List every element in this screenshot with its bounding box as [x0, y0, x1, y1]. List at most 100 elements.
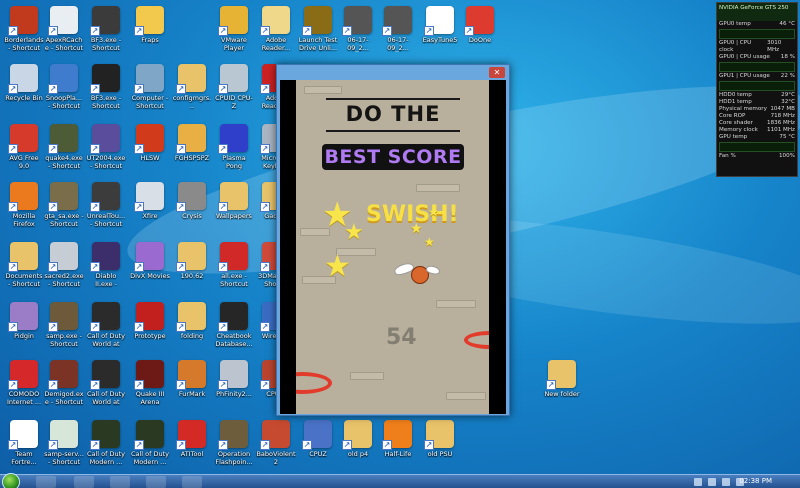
desktop-icon[interactable]: ↗ Computer - Shortcut [130, 64, 170, 110]
desktop-icon[interactable]: ↗ AVG Free 9.0 [4, 124, 44, 170]
gadget-row-label: Memory clock [719, 127, 758, 133]
desktop-icon-label: configmgrs... [172, 94, 212, 110]
shortcut-arrow-icon: ↗ [48, 202, 58, 212]
desktop-icon[interactable]: ↗ Documents - Shortcut [4, 242, 44, 288]
desktop-icon[interactable]: ↗ UnrealTou... - Shortcut [86, 182, 126, 228]
desktop-icon[interactable]: ↗ samp-serv... - Shortcut [44, 420, 84, 466]
desktop-icon[interactable]: ↗ PhFinity2... [214, 360, 254, 398]
shortcut-arrow-icon: ↗ [90, 144, 100, 154]
desktop-icon[interactable]: ↗ Fraps [130, 6, 170, 44]
desktop-icon[interactable]: ↗ VMware Player [214, 6, 254, 52]
clock[interactable]: 02:38 PM [739, 475, 772, 488]
game-client-area[interactable]: DO THE BEST SCORE SWISH! ★ ★ ★ ★ ★ ★ 54 [280, 80, 506, 414]
desktop-icon[interactable]: ↗ DoOne [460, 6, 500, 44]
start-button[interactable] [2, 473, 20, 488]
desktop-icon[interactable]: ↗ Wallpapers [214, 182, 254, 220]
desktop-icon[interactable]: ↗ 190.62 [172, 242, 212, 280]
shortcut-arrow-icon: ↗ [176, 322, 186, 332]
desktop-icon[interactable]: ↗ Cheatbook Database... [214, 302, 254, 348]
desktop-icon[interactable]: ↗ COMODO Internet ... [4, 360, 44, 406]
app-icon: ↗ [260, 420, 290, 450]
score-counter: 54 [386, 325, 417, 350]
desktop-icon-label: Call of Duty World at W... [86, 332, 126, 348]
tray-icon[interactable] [694, 478, 702, 486]
desktop-icon[interactable]: ↗ Xfire [130, 182, 170, 220]
desktop-icon[interactable]: ↗Call of Duty World at W... [86, 302, 126, 348]
app-icon: ↗ [48, 182, 78, 212]
game-window[interactable]: ✕ DO THE BEST SCORE SWISH! ★ ★ ★ ★ ★ ★ 5… [276, 64, 510, 416]
desktop-icon[interactable]: ↗ old p4 [338, 420, 378, 458]
desktop-icon[interactable]: ↗ EasyTune5 [420, 6, 460, 44]
desktop-icon[interactable]: ↗ New folder [542, 360, 582, 398]
app-icon: ↗ [90, 302, 120, 332]
desktop-icon[interactable]: ↗ CPUID CPU-Z [214, 64, 254, 110]
desktop-icon[interactable]: ↗ old PSU [420, 420, 460, 458]
desktop-icon[interactable]: ↗ Call of Duty Modern ... [130, 420, 170, 466]
desktop-icon[interactable]: ↗ Borderlands - Shortcut [4, 6, 44, 52]
desktop-icon[interactable]: ↗Call of Duty World at W... [86, 360, 126, 406]
star-icon: ★ [428, 205, 439, 219]
shortcut-arrow-icon: ↗ [90, 26, 100, 36]
desktop-icon[interactable]: ↗ DivX Movies [130, 242, 170, 280]
desktop-icon[interactable]: ↗ FGHSP5PZ [172, 124, 212, 162]
desktop-icon[interactable]: ↗ ATITool [172, 420, 212, 458]
taskbar-button[interactable] [110, 476, 130, 488]
desktop-icon[interactable]: ↗ FurMark [172, 360, 212, 398]
desktop-icon[interactable]: ↗ CPUZ [298, 420, 338, 458]
desktop-icon[interactable]: ↗ SnoopPla... - Shortcut [44, 64, 84, 110]
tray-icon[interactable] [722, 478, 730, 486]
desktop-icon[interactable]: ↗ Launch Test Drive Unli... [298, 6, 338, 52]
app-icon: ↗ [90, 242, 120, 272]
desktop-icon[interactable]: ↗ Pidgin [4, 302, 44, 340]
game-canvas[interactable]: DO THE BEST SCORE SWISH! ★ ★ ★ ★ ★ ★ 54 [296, 80, 489, 414]
close-button[interactable]: ✕ [489, 67, 505, 78]
desktop-icon[interactable]: ↗ ApexRCache - Shortcut [44, 6, 84, 52]
desktop-icon[interactable]: ↗ HLSW [130, 124, 170, 162]
gadget-row-label: Fan % [719, 153, 736, 159]
desktop-icon[interactable]: ↗ quake4.exe - Shortcut [44, 124, 84, 170]
taskbar-button[interactable] [74, 476, 94, 488]
desktop-icon[interactable]: ↗Adobe Reader... [256, 6, 296, 52]
desktop-icon[interactable]: ↗ gta_sa.exe - Shortcut [44, 182, 84, 228]
desktop-icon[interactable]: ↗ all.exe - Shortcut [214, 242, 254, 288]
desktop-icon[interactable]: ↗ Plasma Pong [214, 124, 254, 170]
desktop-icon[interactable]: ↗ Prototype [130, 302, 170, 340]
desktop-icon[interactable]: ↗ Crysis [172, 182, 212, 220]
gpu-monitor-gadget[interactable]: NVIDIA GeForce GTS 250 GPU0 temp 46 °C GPU… [716, 2, 798, 177]
desktop-icon[interactable]: ↗ Mozilla Firefox [4, 182, 44, 228]
desktop-icon[interactable]: ↗ Team Fortre... [4, 420, 44, 466]
shortcut-arrow-icon: ↗ [218, 26, 228, 36]
desktop-icon[interactable]: ↗ 06-17-09_2... [378, 6, 418, 52]
desktop-icon[interactable]: ↗ folding [172, 302, 212, 340]
app-icon: ↗ [90, 360, 120, 390]
taskbar-button[interactable] [146, 476, 166, 488]
desktop-icon-label: BF3.exe - Shortcut [90, 36, 122, 52]
taskbar-button[interactable] [182, 476, 202, 488]
desktop-icon[interactable]: ↗ Operation Flashpoin... [214, 420, 254, 466]
desktop-icon-label: Prototype [134, 332, 166, 340]
desktop-icon[interactable]: ↗ 06-17-09_2... [338, 6, 378, 52]
desktop-icon[interactable]: ↗ sacred2.exe - Shortcut [44, 242, 84, 288]
desktop-icon[interactable]: ↗ Demigod.exe - Shortcut [44, 360, 84, 406]
shortcut-arrow-icon: ↗ [134, 322, 144, 332]
desktop-icon[interactable]: ↗ configmgrs... [172, 64, 212, 110]
wall-brick [350, 372, 384, 380]
desktop-icon-label: Documents - Shortcut [5, 272, 43, 288]
shortcut-arrow-icon: ↗ [90, 380, 100, 390]
desktop-icon[interactable]: ↗ UT2004.exe - Shortcut [86, 124, 126, 170]
gadget-row-label: GPU1 | CPU usage [719, 73, 770, 79]
shortcut-arrow-icon: ↗ [48, 322, 58, 332]
desktop-icon[interactable]: ↗ BaboViolent 2 [256, 420, 296, 466]
desktop-icon[interactable]: ↗ BF3.exe - Shortcut [86, 6, 126, 52]
taskbar-button[interactable] [36, 476, 56, 488]
desktop-icon[interactable]: ↗ Half-Life [378, 420, 418, 458]
desktop-icon[interactable]: ↗ samp.exe - Shortcut [44, 302, 84, 348]
desktop-icon[interactable]: ↗ Quake III Arena [130, 360, 170, 406]
tray-icon[interactable] [708, 478, 716, 486]
desktop-icon[interactable]: ↗ BF3.exe - Shortcut [86, 64, 126, 110]
gadget-row-label: GPU0 | CPU clock [719, 40, 752, 53]
desktop-icon[interactable]: ↗Diablo II.exe - Shortcut [86, 242, 126, 288]
desktop-icon[interactable]: ↗ Call of Duty Modern ... [86, 420, 126, 466]
desktop-icon[interactable]: ↗ Recycle Bin [4, 64, 44, 102]
shortcut-arrow-icon: ↗ [424, 26, 434, 36]
